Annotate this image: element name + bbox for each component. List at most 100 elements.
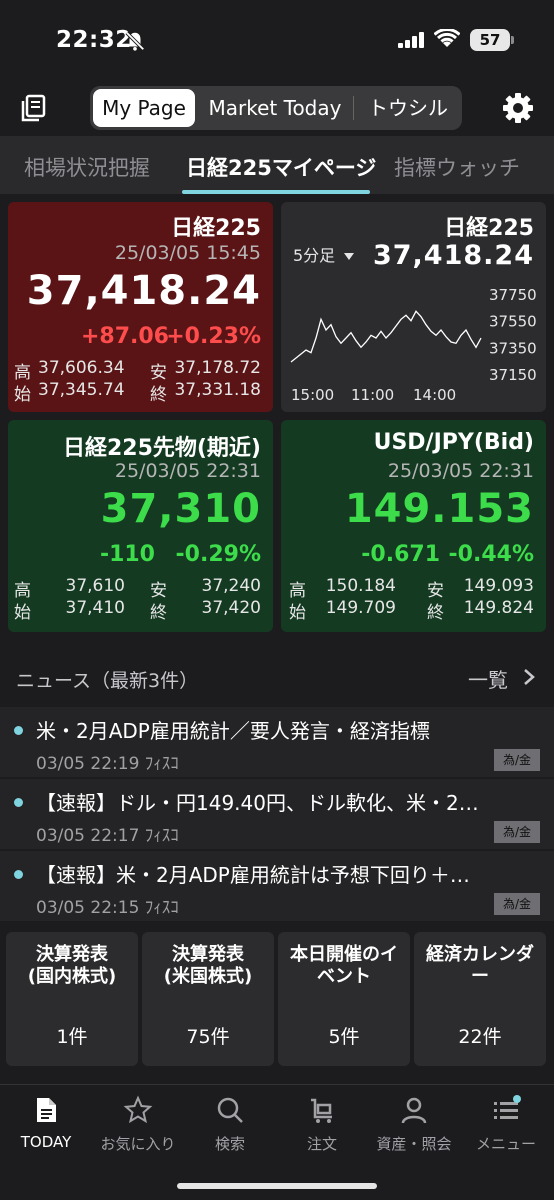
card-change: -110 (99, 542, 155, 567)
battery-cap (511, 36, 514, 44)
close-value: 37,420 (201, 598, 261, 618)
nikkei-futures-card[interactable]: 日経225先物(期近) 25/03/05 22:31 37,310 -110 -… (8, 420, 273, 632)
wifi-icon (434, 29, 460, 47)
close-value: 149.824 (463, 598, 534, 618)
y-tick-label: 37750 (489, 286, 537, 304)
news-item[interactable]: 米・2月ADP雇用統計／要人発言・経済指標 03/05 22:19 ﾌｨｽｺ 為… (0, 707, 554, 777)
tile-earnings-us[interactable]: 決算発表 (米国株式) 75件 (142, 932, 274, 1066)
tab-my-page[interactable]: My Page (93, 89, 195, 127)
bell-slash-icon (125, 31, 145, 51)
open-value: 149.709 (325, 598, 396, 618)
nav-label: 注文 (306, 1135, 337, 1153)
segment-divider (353, 96, 354, 120)
top-app-bar: My Page Market Today トウシル (0, 80, 554, 136)
caret-down-icon (344, 252, 355, 260)
tile-count: 1件 (56, 1026, 88, 1048)
news-see-all-link[interactable]: 一覧 (468, 664, 508, 693)
news-meta: 03/05 22:17 ﾌｨｽｺ (36, 821, 179, 846)
news-time: 03/05 22:19 (36, 754, 140, 774)
card-change-pct: -0.44% (448, 542, 534, 567)
subtab-market-status[interactable]: 相場状況把握 (24, 152, 150, 182)
star-icon (123, 1095, 153, 1124)
tile-title: 決算発表 (米国株式) (163, 944, 253, 987)
nikkei-card[interactable]: 日経225 25/03/05 15:45 37,418.24 +87.06 +0… (8, 202, 273, 412)
open-value: 37,345.74 (38, 380, 125, 400)
cart-icon (311, 1098, 332, 1123)
subtab-indicator-watch[interactable]: 指標ウォッチ (394, 152, 520, 182)
tile-economic-calendar[interactable]: 経済カレンダ ー 22件 (414, 932, 546, 1066)
card-date: 25/03/05 22:31 (387, 460, 534, 482)
nav-assets[interactable]: 資産・照会 (368, 1085, 460, 1165)
card-price: 37,310 (100, 486, 261, 532)
nav-search[interactable]: 検索 (184, 1085, 276, 1165)
status-time: 22:32 (56, 27, 132, 53)
tile-earnings-domestic[interactable]: 決算発表 (国内株式) 1件 (6, 932, 138, 1066)
x-tick-label: 15:00 (291, 386, 334, 404)
nav-label: お気に入り (100, 1135, 176, 1153)
nav-label: 検索 (214, 1135, 245, 1153)
y-tick-label: 37350 (489, 339, 537, 357)
news-item[interactable]: 【速報】ドル・円149.40円、ドル軟化、米・2… 03/05 22:17 ﾌｨ… (0, 779, 554, 849)
price-series-line (290, 310, 482, 363)
tile-today-events[interactable]: 本日開催のイ ベント 5件 (278, 932, 410, 1066)
low-value: 37,178.72 (174, 358, 261, 378)
search-icon (217, 1097, 243, 1123)
interval-label: 5分足 (293, 246, 336, 265)
x-tick-label: 11:00 (351, 386, 394, 404)
high-value: 37,610 (65, 576, 125, 596)
usdjpy-card[interactable]: USD/JPY(Bid) 25/03/05 22:31 149.153 -0.6… (281, 420, 546, 632)
tab-market-today[interactable]: Market Today (200, 89, 350, 127)
close-label: 終 (427, 603, 444, 623)
card-title: 日経225 (171, 216, 261, 241)
nav-today[interactable]: TODAY (0, 1085, 92, 1165)
menu-icon (494, 1095, 521, 1119)
top-segmented-control: My Page Market Today トウシル (90, 86, 462, 130)
card-change-pct: -0.29% (175, 542, 261, 567)
unread-dot (14, 798, 23, 807)
news-category-tag: 為/金 (494, 821, 540, 843)
high-value: 37,606.34 (38, 358, 125, 378)
person-icon (401, 1097, 427, 1124)
interval-dropdown[interactable]: 5分足 (293, 242, 355, 266)
news-source: ﾌｨｽｺ (144, 898, 179, 918)
nav-label: 資産・照会 (376, 1135, 452, 1153)
nav-menu[interactable]: メニュー (460, 1085, 552, 1165)
news-source: ﾌｨｽｺ (144, 754, 179, 774)
tile-count: 5件 (328, 1026, 360, 1048)
news-category-tag: 為/金 (494, 893, 540, 915)
gear-icon[interactable] (501, 91, 535, 125)
battery-indicator: 57 (470, 29, 510, 51)
card-title: 日経225 (444, 216, 534, 241)
news-title: 【速報】ドル・円149.40円、ドル軟化、米・2… (36, 791, 479, 815)
cellular-signal-icon (398, 32, 424, 48)
news-meta: 03/05 22:15 ﾌｨｽｺ (36, 893, 179, 918)
high-value: 150.184 (325, 576, 396, 596)
subtab-nikkei-mypage[interactable]: 日経225マイページ (186, 152, 376, 182)
nikkei-chart-card[interactable]: 日経225 5分足 37,418.24 37750 37550 37350 37150… (281, 202, 546, 412)
card-change-pct: +0.23% (166, 324, 261, 349)
tile-title: 決算発表 (国内株式) (27, 944, 117, 987)
status-bar: 22:32 57 (0, 0, 554, 80)
y-tick-label: 37150 (489, 366, 537, 384)
news-category-tag: 為/金 (494, 749, 540, 771)
nav-label: TODAY (20, 1133, 72, 1151)
tab-toushiru[interactable]: トウシル (356, 89, 460, 127)
card-change: +87.06 (80, 324, 169, 349)
copy-icon[interactable] (18, 92, 50, 124)
home-indicator (177, 1183, 377, 1189)
tile-count: 22件 (458, 1026, 502, 1048)
nav-order[interactable]: 注文 (276, 1085, 368, 1165)
news-source: ﾌｨｽｺ (144, 826, 179, 846)
nav-label: メニュー (475, 1135, 536, 1153)
low-value: 149.093 (463, 576, 534, 596)
open-label: 始 (14, 385, 31, 405)
news-title: 【速報】米・2月ADP雇用統計は予想下回り＋… (36, 863, 470, 887)
card-change: -0.671 (361, 542, 440, 567)
card-date: 25/03/05 22:31 (114, 460, 261, 482)
chevron-right-icon[interactable] (522, 668, 536, 686)
close-label: 終 (150, 385, 167, 405)
unread-dot (14, 870, 23, 879)
news-item[interactable]: 【速報】米・2月ADP雇用統計は予想下回り＋… 03/05 22:15 ﾌｨｽｺ… (0, 851, 554, 921)
card-title: 日経225先物(期近) (62, 436, 261, 461)
nav-favorites[interactable]: お気に入り (92, 1085, 184, 1165)
